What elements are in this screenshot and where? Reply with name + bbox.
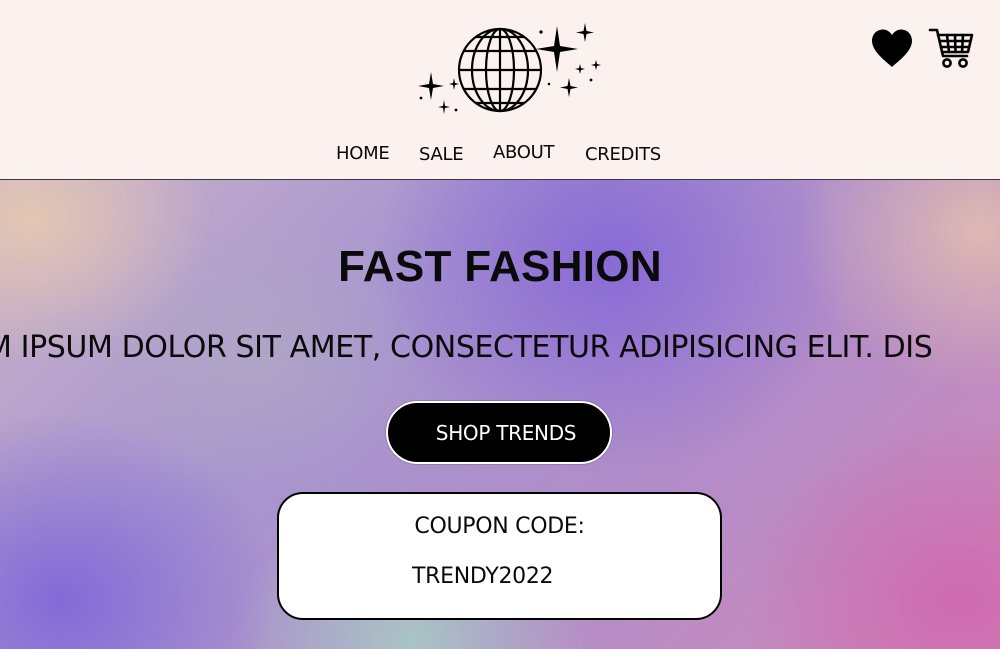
shop-trends-button[interactable]: SHOP TRENDS	[386, 401, 612, 464]
header-actions	[870, 26, 974, 70]
hero-title: FAST FASHION	[338, 242, 662, 291]
heart-icon	[872, 29, 912, 67]
shopping-cart-icon	[928, 28, 974, 68]
nav-sale[interactable]: SALE	[419, 144, 464, 165]
hero-section: FAST FASHION M IPSUM DOLOR SIT AMET, CON…	[0, 180, 1000, 649]
disco-globe-sparkles-icon	[418, 23, 601, 114]
nav-credits[interactable]: CREDITS	[585, 144, 661, 165]
nav-about[interactable]: ABOUT	[493, 142, 554, 163]
coupon-box: COUPON CODE: TRENDY2022	[277, 492, 722, 620]
main-nav: HOME SALE ABOUT CREDITS	[0, 141, 1000, 167]
site-header: HOME SALE ABOUT CREDITS	[0, 0, 1000, 180]
logo[interactable]	[412, 20, 604, 120]
coupon-code: TRENDY2022	[412, 564, 554, 589]
coupon-label: COUPON CODE:	[414, 514, 585, 539]
favorites-button[interactable]	[870, 28, 914, 68]
nav-home[interactable]: HOME	[336, 143, 390, 164]
scrolling-marquee-text: M IPSUM DOLOR SIT AMET, CONSECTETUR ADIP…	[0, 330, 933, 365]
cart-button[interactable]	[928, 26, 974, 70]
